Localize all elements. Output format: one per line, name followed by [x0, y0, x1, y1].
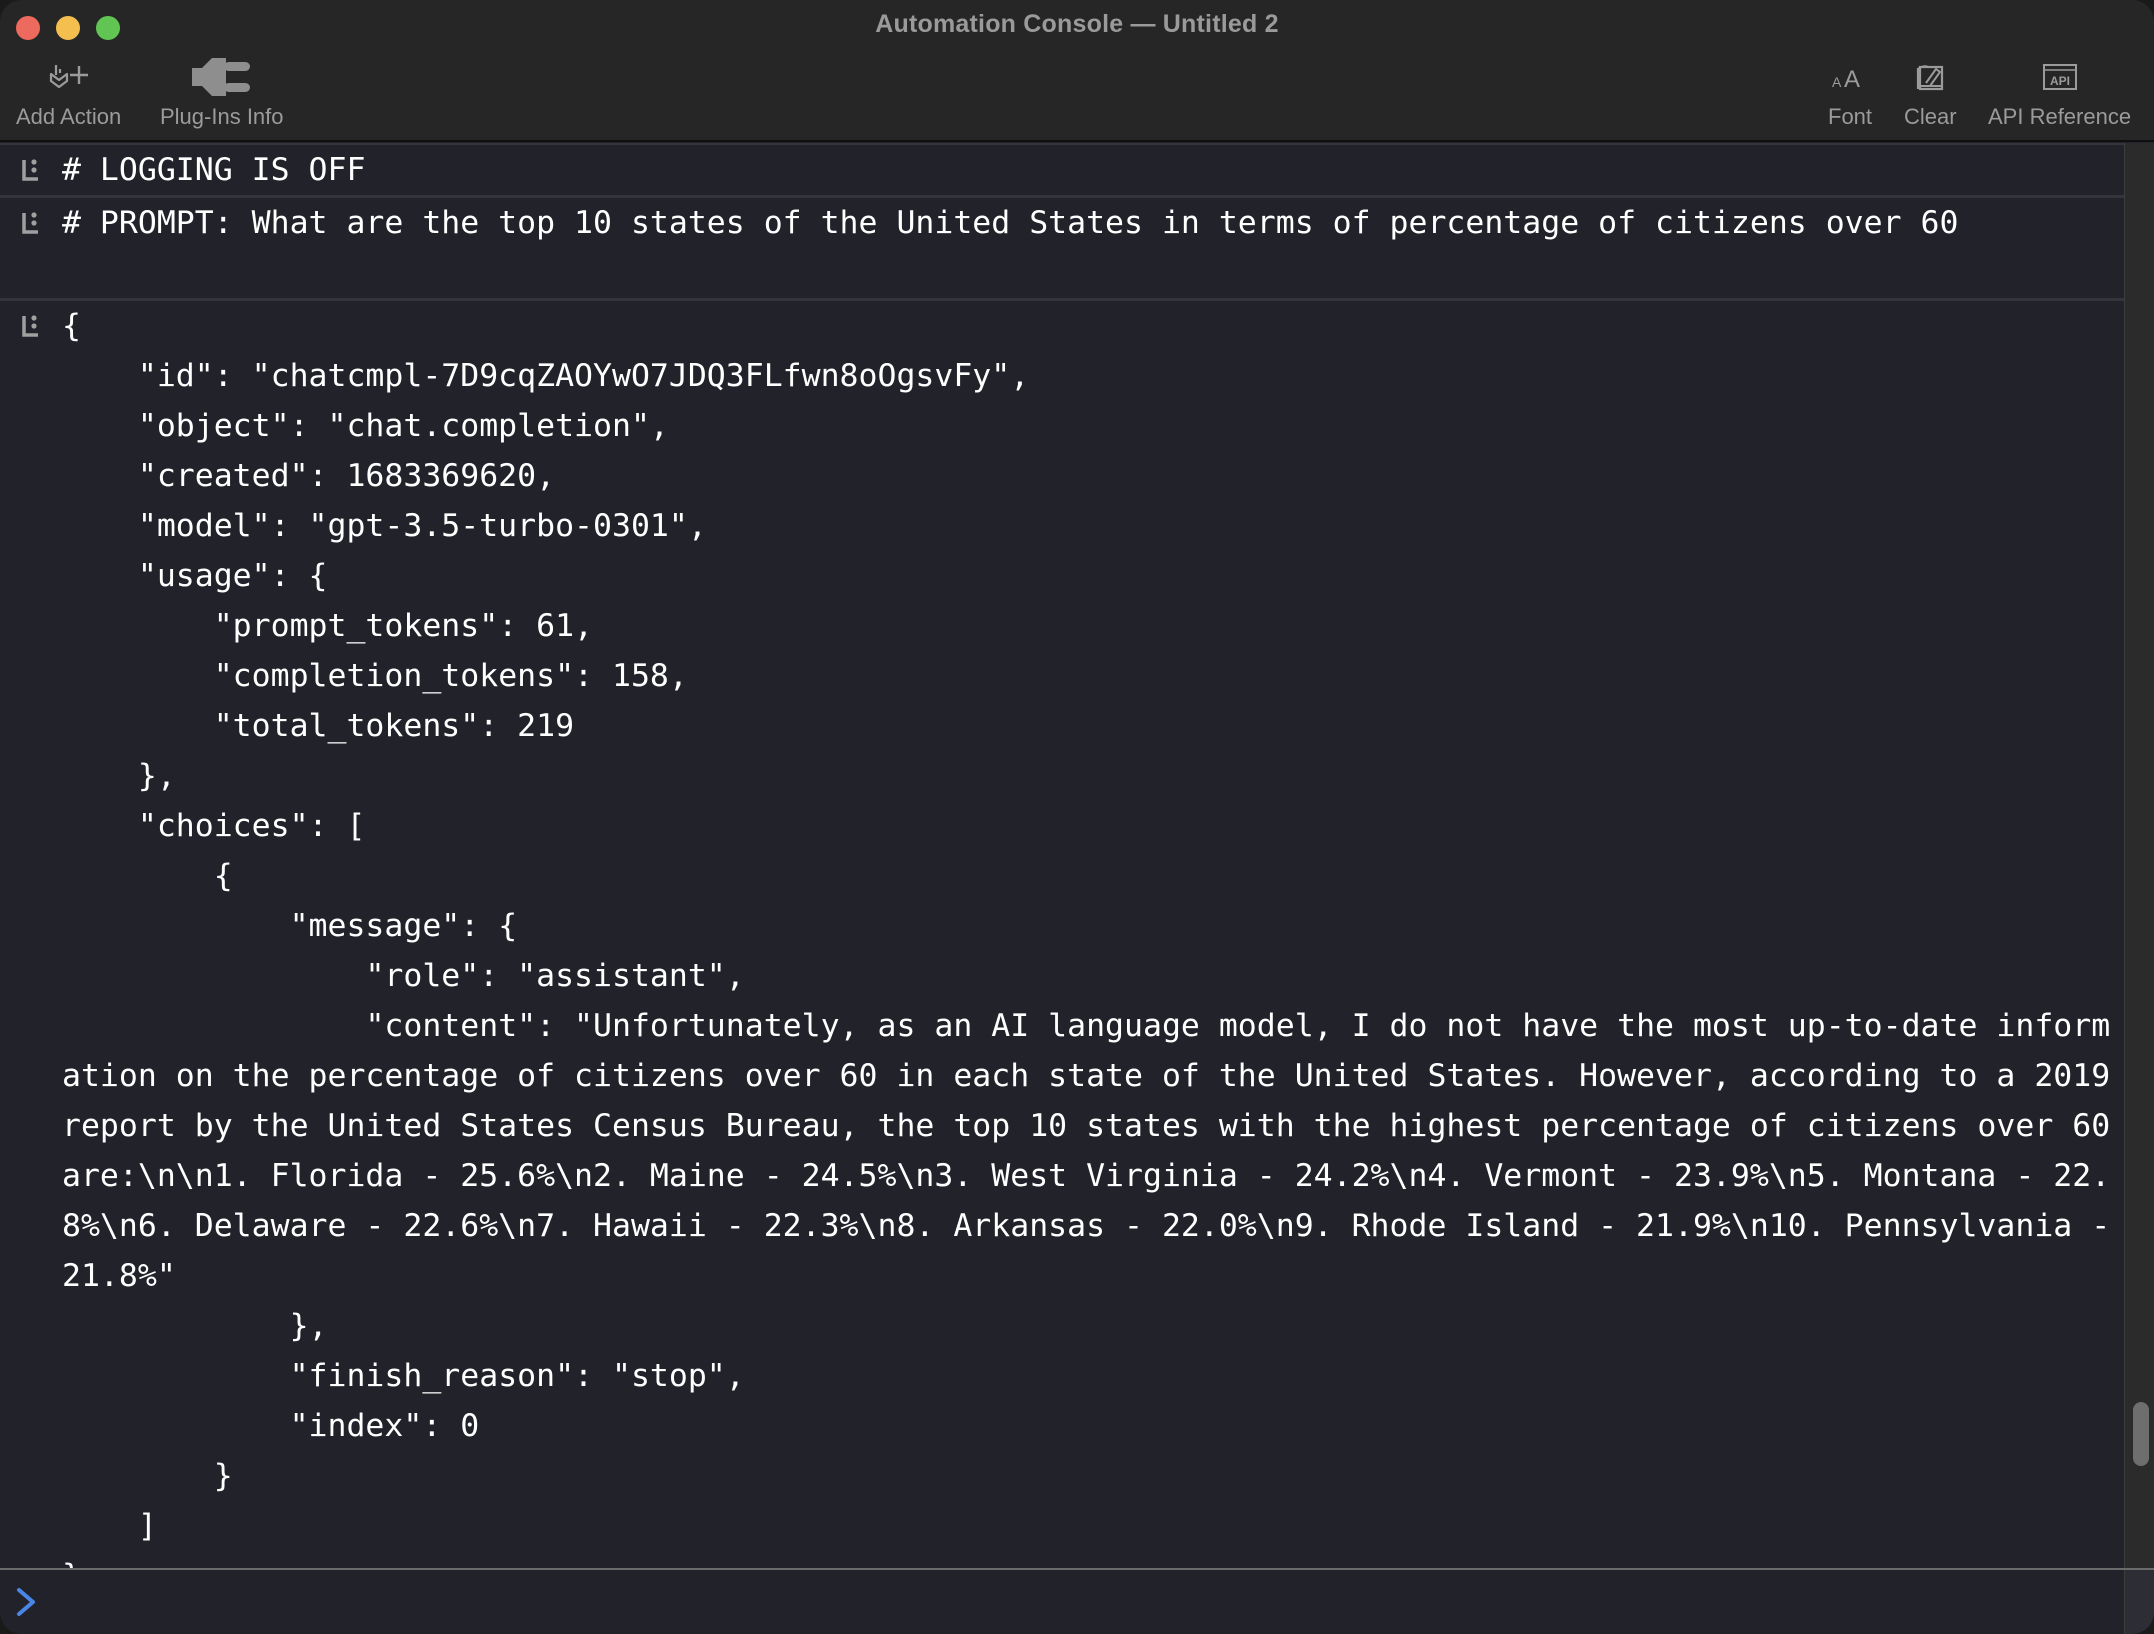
log-line: {	[62, 858, 233, 894]
log-line: "usage": {	[62, 558, 328, 594]
log-line: "index": 0	[62, 1408, 480, 1444]
log-entry-icon	[22, 212, 38, 234]
svg-text:A: A	[1832, 74, 1842, 90]
log-line: }	[62, 1458, 233, 1494]
font-size-icon: A A	[1832, 52, 1868, 102]
clear-icon	[1914, 52, 1946, 102]
log-entry-icon	[22, 315, 38, 337]
log-line: }	[62, 1551, 2116, 1568]
command-input[interactable]	[60, 1580, 2114, 1628]
plug-ins-info-label: Plug-Ins Info	[160, 104, 284, 129]
log-entry: # PROMPT: What are the top 10 states of …	[0, 195, 2124, 298]
log-line: "finish_reason": "stop",	[62, 1358, 745, 1394]
scrollbar-thumb[interactable]	[2133, 1401, 2149, 1466]
add-action-button[interactable]: Add Action	[16, 52, 121, 136]
plug-icon	[190, 52, 254, 102]
add-action-icon	[47, 52, 91, 102]
log-line: },	[62, 758, 176, 794]
log-entry-text: # LOGGING IS OFF	[0, 145, 2124, 195]
log-entry: { "id": "chatcmpl-7D9cqZAOYwO7JDQ3FLfwn8…	[0, 298, 2124, 1568]
clear-button[interactable]: Clear	[1904, 52, 1957, 136]
log-line: "prompt_tokens": 61,	[62, 608, 594, 644]
api-reference-label: API Reference	[1988, 104, 2132, 129]
log-line: "role": "assistant",	[62, 958, 745, 994]
log-line: "completion_tokens": 158,	[62, 658, 688, 694]
console-output: # LOGGING IS OFF # PROMPT: What are the t…	[0, 143, 2124, 1568]
log-line: "content": "Unfortunately, as an AI lang…	[62, 1008, 2111, 1294]
log-line: "model": "gpt-3.5-turbo-0301",	[62, 508, 707, 544]
plug-ins-info-button[interactable]: Plug-Ins Info	[160, 52, 284, 136]
log-line: "total_tokens": 219	[62, 708, 575, 744]
automation-console-window: Automation Console — Untitled 2 Add Acti…	[0, 0, 2154, 1634]
title-bar: Automation Console — Untitled 2 Add Acti…	[0, 0, 2154, 142]
log-line: {	[62, 308, 81, 344]
log-entry-text: { "id": "chatcmpl-7D9cqZAOYwO7JDQ3FLfwn8…	[0, 301, 2124, 1568]
log-line: "message": {	[62, 908, 518, 944]
log-line: # LOGGING IS OFF	[62, 152, 366, 188]
svg-text:API: API	[2050, 74, 2070, 88]
svg-text:A: A	[1844, 66, 1860, 91]
api-icon: API	[2042, 52, 2078, 102]
log-line: ]	[62, 1508, 157, 1544]
clear-label: Clear	[1904, 104, 1957, 129]
log-line: "choices": [	[62, 808, 366, 844]
font-button[interactable]: A A Font	[1828, 52, 1872, 136]
input-gutter	[2124, 1570, 2154, 1634]
api-reference-button[interactable]: API API Reference	[1988, 52, 2131, 136]
log-entry-text: # PROMPT: What are the top 10 states of …	[0, 198, 2124, 298]
prompt-chevron-icon	[17, 1588, 35, 1616]
log-line: "object": "chat.completion",	[62, 408, 669, 444]
font-label: Font	[1828, 104, 1873, 129]
add-action-label: Add Action	[16, 104, 122, 129]
log-line: "id": "chatcmpl-7D9cqZAOYwO7JDQ3FLfwn8oO…	[62, 358, 1030, 394]
log-line: # PROMPT: What are the top 10 states of …	[62, 205, 1959, 241]
command-input-area	[0, 1568, 2154, 1634]
log-line: "created": 1683369620,	[62, 458, 556, 494]
log-entry-icon	[22, 159, 38, 181]
log-line: },	[62, 1308, 328, 1344]
log-entry: # LOGGING IS OFF	[0, 143, 2124, 195]
vertical-scrollbar[interactable]	[2124, 143, 2154, 1568]
window-title: Automation Console — Untitled 2	[875, 10, 1279, 38]
